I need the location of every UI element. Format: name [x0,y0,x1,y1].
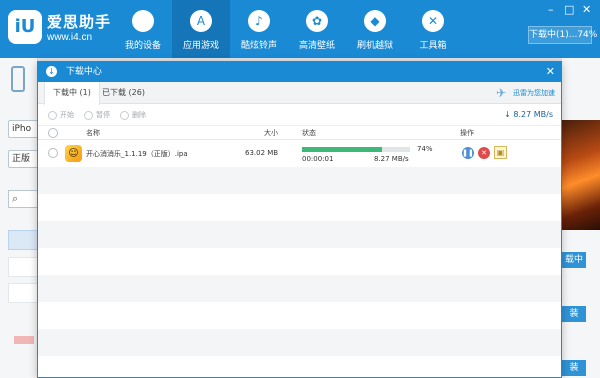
promo-text: 迅雷为您加速 [513,89,555,97]
row-checkbox[interactable] [48,148,58,158]
dialog-title: 下载中心 [65,67,102,77]
start-label: 开始 [60,111,74,119]
dialog-tabs: 下载中 (1) 已下载 (26) ✈ 迅雷为您加速 [38,82,561,105]
download-toolbar: 开始 暂停 删除 ↓ 8.27 MB/s [38,104,561,126]
empty-row [38,194,561,221]
progress-bar [302,147,410,152]
progress-percent: 74% [417,145,433,153]
left-panel [0,58,38,378]
nav-flash-jailbreak[interactable]: ◆ 刷机越狱 [346,0,404,58]
nav-wallpapers[interactable]: ✿ 高清壁纸 [288,0,346,58]
pause-icon[interactable]: ❚❚ [462,147,474,159]
nav-label: 高清壁纸 [298,41,335,51]
downloading-button[interactable]: 载中 [562,252,586,268]
app-header: iU 爱思助手 www.i4.cn 我的设备 A 应用游戏 ♪ 酷炫铃声 ✿ 高… [0,0,600,58]
total-speed-value: 8.27 MB/s [513,110,553,119]
start-button[interactable]: 开始 [48,104,74,126]
play-icon [48,110,57,120]
bird-icon: ✈ [496,86,507,100]
column-header-action: 操作 [460,129,474,137]
column-header-name: 名称 [86,129,100,137]
table-header: 名称 大小 状态 操作 [38,126,561,140]
delete-label: 删除 [132,111,146,119]
pause-button[interactable]: 暂停 [84,104,110,126]
column-header-status: 状态 [302,129,316,137]
nav-label: 酷炫铃声 [240,41,277,51]
nav-label: 我的设备 [124,41,161,51]
file-name: 开心消消乐_1.1.19（正版）.ipa [86,150,188,158]
tools-icon: ✕ [422,10,444,32]
dialog-close-icon[interactable]: ✕ [546,62,555,82]
download-arrow-icon: ↓ [504,110,511,119]
flower-icon: ✿ [306,10,328,32]
dropbox-icon: ◆ [364,10,386,32]
app-store-icon: A [190,10,212,32]
empty-row [38,356,561,378]
empty-row [38,248,561,275]
pause-icon [84,110,93,120]
nav-toolbox[interactable]: ✕ 工具箱 [404,0,462,58]
maximize-icon[interactable]: □ [564,4,574,15]
close-icon[interactable]: ✕ [582,4,591,15]
minimize-icon[interactable]: – [548,4,554,15]
delete-icon [120,110,129,120]
empty-row [38,302,561,329]
total-speed: ↓ 8.27 MB/s [504,104,553,126]
empty-row [38,221,561,248]
main-nav: 我的设备 A 应用游戏 ♪ 酷炫铃声 ✿ 高清壁纸 ◆ 刷机越狱 ✕ 工具箱 [114,0,462,58]
brand-name: 爱思助手 [47,13,112,31]
bell-icon: ♪ [248,10,270,32]
file-size: 63.02 MB [245,149,279,157]
download-status-button[interactable]: 下载中(1)...74% [528,26,597,44]
tab-downloading[interactable]: 下载中 (1) [44,82,100,105]
nav-label: 工具箱 [419,41,447,51]
app-logo: iU [8,10,42,44]
nav-label: 应用游戏 [182,41,219,51]
delete-button[interactable]: 删除 [120,104,146,126]
nav-label: 刷机越狱 [356,41,393,51]
brand-url: www.i4.cn [47,32,93,43]
empty-row [38,167,561,194]
phone-icon [11,66,25,92]
install-button[interactable]: 装 [562,306,586,322]
empty-row [38,275,561,302]
row-speed: 8.27 MB/s [374,155,409,163]
tab-downloaded[interactable]: 已下载 (26) [94,82,153,105]
table-row[interactable]: ☺ 开心消消乐_1.1.19（正版）.ipa 63.02 MB 74% 00:0… [38,140,561,167]
empty-row [38,329,561,356]
progress-fill [302,147,382,152]
cancel-icon[interactable]: ✕ [478,147,490,159]
nav-ringtones[interactable]: ♪ 酷炫铃声 [230,0,288,58]
pause-label: 暂停 [96,111,110,119]
apple-icon [132,10,154,32]
thunder-accelerate-link[interactable]: ✈ 迅雷为您加速 [496,86,555,100]
download-center-dialog: ↓ 下载中心 ✕ 下载中 (1) 已下载 (26) ✈ 迅雷为您加速 开始 暂停… [37,61,562,378]
download-list: ☺ 开心消消乐_1.1.19（正版）.ipa 63.02 MB 74% 00:0… [38,140,561,377]
nav-apps-games[interactable]: A 应用游戏 [172,0,230,58]
select-all-checkbox[interactable] [48,128,58,138]
folder-icon[interactable]: ▣ [494,146,507,159]
dialog-title-bar: ↓ 下载中心 ✕ [38,62,561,82]
download-icon: ↓ [46,66,57,77]
nav-my-device[interactable]: 我的设备 [114,0,172,58]
game-banner-image [562,120,600,230]
column-header-size: 大小 [264,129,278,137]
badge [14,336,34,344]
elapsed-time: 00:00:01 [302,155,334,163]
app-thumbnail: ☺ [65,145,82,162]
install-button[interactable]: 装 [562,360,586,376]
